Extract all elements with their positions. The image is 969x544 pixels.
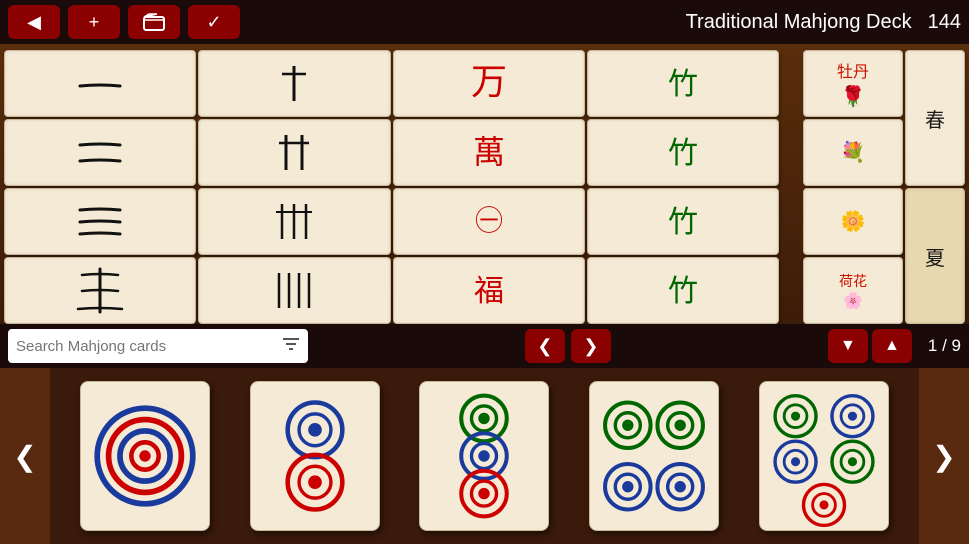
season-columns: 春 夏 [905, 50, 965, 324]
svg-text:福: 福 [474, 275, 504, 308]
bottom-prev-button[interactable]: ❮ [0, 368, 50, 544]
svg-text:万: 万 [471, 62, 507, 102]
folder-button[interactable] [128, 5, 180, 39]
tile-3-1[interactable]: 万 [393, 50, 585, 117]
tile-1-4[interactable] [4, 257, 196, 324]
bottom-tile-5-circle[interactable] [759, 381, 889, 531]
deck-title: Traditional Mahjong Deck [686, 11, 912, 34]
card-column-3: 万 萬 ㊀ 福 [393, 50, 585, 324]
tile-1-1[interactable] [4, 50, 196, 117]
svg-text:竹: 竹 [668, 275, 698, 308]
search-area [8, 329, 308, 363]
page-indicator: 1 / 9 [928, 336, 961, 356]
filter-icon [282, 336, 300, 357]
flower-tile-1[interactable]: 牡丹 🌹 [803, 50, 903, 117]
check-button[interactable]: ✓ [188, 5, 240, 39]
bottom-section: ❮ [0, 368, 969, 544]
cards-viewport: 万 萬 ㊀ 福 竹 [0, 44, 969, 324]
tile-2-4[interactable] [198, 257, 390, 324]
deck-count: 144 [928, 11, 961, 34]
flower-tile-3[interactable]: 🌼 [803, 188, 903, 255]
svg-text:竹: 竹 [668, 68, 698, 101]
back-button[interactable]: ◀ [8, 5, 60, 39]
tile-3-4[interactable]: 福 [393, 257, 585, 324]
nav-down-button[interactable]: ▼ [828, 329, 868, 363]
bottom-tile-1-circle[interactable] [80, 381, 210, 531]
flower-tile-4[interactable]: 荷花 🌸 [803, 257, 903, 324]
tile-4-2[interactable]: 竹 [587, 119, 779, 186]
prev-page-button[interactable]: ❮ [525, 329, 565, 363]
card-column-2 [198, 50, 390, 324]
nav-bar: ❮ ❯ ▼ ▲ 1 / 9 [0, 324, 969, 368]
main-area: 万 萬 ㊀ 福 竹 [0, 44, 969, 324]
svg-text:竹: 竹 [668, 206, 698, 239]
bottom-tile-2-circle[interactable] [250, 381, 380, 531]
card-column-4: 竹 竹 竹 竹 [587, 50, 779, 324]
card-column-1 [4, 50, 196, 324]
next-page-button[interactable]: ❯ [571, 329, 611, 363]
bottom-tile-4-circle[interactable] [589, 381, 719, 531]
tile-2-1[interactable] [198, 50, 390, 117]
tile-2-3[interactable] [198, 188, 390, 255]
bottom-tile-3-circle[interactable] [419, 381, 549, 531]
tile-1-3[interactable] [4, 188, 196, 255]
svg-text:㊀: ㊀ [475, 205, 503, 237]
deck-title-area: Traditional Mahjong Deck 144 [686, 11, 961, 34]
top-bar: ◀ + ✓ Traditional Mahjong Deck 144 [0, 0, 969, 44]
bottom-next-button[interactable]: ❯ [919, 368, 969, 544]
tile-4-1[interactable]: 竹 [587, 50, 779, 117]
svg-text:竹: 竹 [668, 137, 698, 170]
tile-4-3[interactable]: 竹 [587, 188, 779, 255]
search-input[interactable] [16, 338, 276, 355]
tile-3-3[interactable]: ㊀ [393, 188, 585, 255]
flower-columns: 牡丹 🌹 💐 🌼 荷花 🌸 [803, 50, 903, 324]
season-tile-summer[interactable]: 夏 [905, 188, 965, 324]
bottom-cards [50, 368, 919, 544]
tile-2-2[interactable] [198, 119, 390, 186]
tile-1-2[interactable] [4, 119, 196, 186]
flower-tile-2[interactable]: 💐 [803, 119, 903, 186]
season-tile-spring[interactable]: 春 [905, 50, 965, 186]
tile-3-2[interactable]: 萬 [393, 119, 585, 186]
add-button[interactable]: + [68, 5, 120, 39]
nav-up-button[interactable]: ▲ [872, 329, 912, 363]
tile-4-4[interactable]: 竹 [587, 257, 779, 324]
svg-text:萬: 萬 [473, 134, 505, 170]
